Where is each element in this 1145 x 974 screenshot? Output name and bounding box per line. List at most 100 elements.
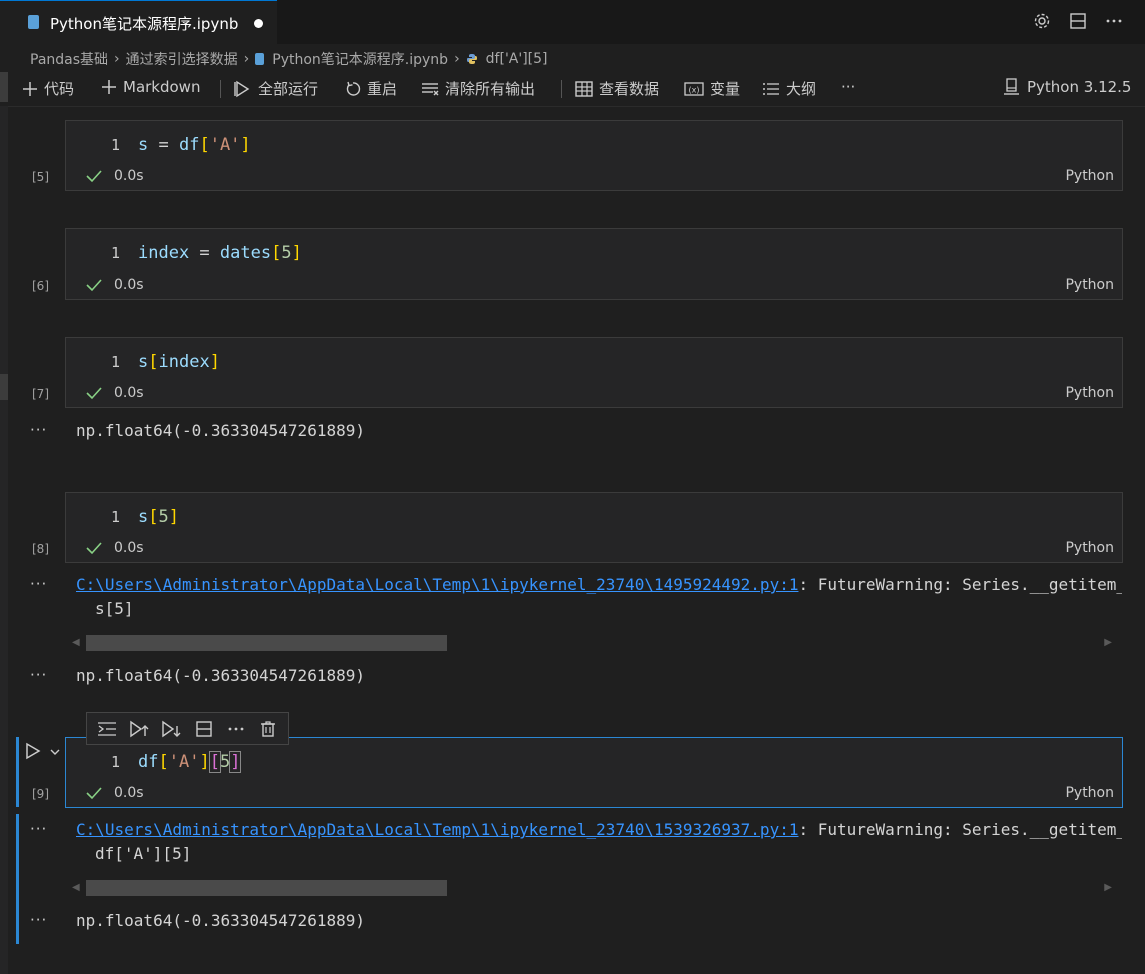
- plus-icon: [102, 80, 116, 94]
- cell-language[interactable]: Python: [1065, 277, 1114, 293]
- scrollbar-thumb[interactable]: [86, 635, 447, 651]
- code-cell[interactable]: 1 s[index] 0.0s Python: [65, 337, 1123, 408]
- notebook-file-icon: [28, 15, 39, 29]
- output-scrollbar[interactable]: ◀ ▶: [72, 635, 1120, 651]
- tab-bar: Python笔记本源程序.ipynb: [0, 0, 1145, 44]
- variable-icon: (x): [684, 81, 704, 96]
- cell-language[interactable]: Python: [1065, 540, 1114, 556]
- chevron-right-icon: ›: [114, 51, 120, 67]
- run-above-icon[interactable]: [127, 717, 151, 741]
- more-label: ···: [841, 78, 856, 96]
- code-cell[interactable]: 1 s = df['A'] 0.0s Python: [65, 120, 1123, 191]
- restart-button[interactable]: 重启: [345, 78, 397, 99]
- warning-message: : FutureWarning: Series.__getitem_: [798, 575, 1122, 594]
- cell-language[interactable]: Python: [1065, 168, 1114, 184]
- more-actions-icon[interactable]: [224, 717, 248, 741]
- output-menu-icon[interactable]: ···: [30, 575, 47, 593]
- output-menu-icon[interactable]: ···: [30, 911, 47, 929]
- view-data-button[interactable]: 查看数据: [575, 78, 659, 99]
- check-icon: [86, 542, 102, 555]
- cell-language[interactable]: Python: [1065, 385, 1114, 401]
- clear-outputs-button[interactable]: 清除所有输出: [421, 78, 535, 99]
- clear-outputs-label: 清除所有输出: [445, 80, 536, 98]
- breadcrumb-folder-pandas[interactable]: Pandas基础: [30, 49, 108, 69]
- output-scrollbar[interactable]: ◀ ▶: [72, 880, 1120, 896]
- clear-all-icon: [422, 82, 439, 95]
- kernel-picker[interactable]: Python 3.12.5: [1003, 78, 1131, 96]
- code-source: df['A'][5]: [138, 751, 242, 773]
- toolbar-divider: [561, 80, 562, 98]
- scroll-right-icon[interactable]: ▶: [1104, 637, 1112, 648]
- scrollbar-thumb[interactable]: [86, 880, 447, 896]
- kernel-icon: [1004, 78, 1019, 95]
- cell-status: 0.0s: [86, 785, 144, 801]
- notebook-file-icon: [255, 53, 265, 65]
- chevron-down-icon[interactable]: [50, 745, 60, 761]
- warning-file-link[interactable]: C:\Users\Administrator\AppData\Local\Tem…: [76, 575, 798, 594]
- output-text: np.float64(-0.363304547261889): [76, 911, 365, 930]
- toolbar-more-button[interactable]: ···: [841, 78, 855, 96]
- breadcrumb-folder-index[interactable]: 通过索引选择数据: [126, 49, 238, 69]
- line-number: 1: [110, 353, 120, 371]
- execution-count: [7]: [32, 387, 49, 401]
- chevron-right-icon: ›: [243, 51, 250, 67]
- add-markdown-cell-button[interactable]: Markdown: [101, 78, 200, 96]
- execution-count: [5]: [32, 170, 49, 184]
- warning-file-link[interactable]: C:\Users\Administrator\AppData\Local\Tem…: [76, 820, 798, 839]
- cell-language[interactable]: Python: [1065, 785, 1114, 801]
- delete-cell-icon[interactable]: [256, 717, 280, 741]
- run-all-icon: [234, 80, 250, 97]
- execution-time: 0.0s: [114, 385, 144, 401]
- code-source: s[5]: [138, 507, 179, 527]
- editor-gutter: [0, 106, 8, 974]
- add-markdown-label: Markdown: [123, 78, 201, 96]
- warning-message: : FutureWarning: Series.__getitem_: [798, 820, 1122, 839]
- scroll-left-icon[interactable]: ◀: [72, 882, 80, 893]
- cell-status: 0.0s: [86, 277, 144, 293]
- editor-tab[interactable]: Python笔记本源程序.ipynb: [0, 0, 277, 44]
- toolbar-divider: [220, 80, 221, 98]
- view-data-label: 查看数据: [599, 80, 660, 98]
- check-icon: [86, 387, 102, 400]
- check-icon: [86, 170, 102, 183]
- focus-indicator: [16, 737, 19, 807]
- output-menu-icon[interactable]: ···: [30, 421, 47, 439]
- code-cell[interactable]: 1 s[5] 0.0s Python: [65, 492, 1123, 563]
- toolbar-gutter: [0, 72, 8, 102]
- scroll-left-icon[interactable]: ◀: [72, 637, 80, 648]
- execution-count: [6]: [32, 279, 49, 293]
- warning-output: C:\Users\Administrator\AppData\Local\Tem…: [76, 575, 1122, 594]
- run-by-line-icon[interactable]: [95, 717, 119, 741]
- breadcrumb-file[interactable]: Python笔记本源程序.ipynb: [272, 49, 448, 69]
- add-code-cell-button[interactable]: 代码: [22, 78, 74, 99]
- unsaved-dot-icon[interactable]: [254, 19, 263, 28]
- output-menu-icon[interactable]: ···: [30, 820, 47, 838]
- warning-code: df['A'][5]: [95, 844, 192, 863]
- split-editor-icon[interactable]: [1067, 10, 1089, 32]
- execution-count: [9]: [32, 787, 49, 801]
- line-number: 1: [110, 508, 120, 526]
- execution-count: [8]: [32, 542, 49, 556]
- scroll-right-icon[interactable]: ▶: [1104, 882, 1112, 893]
- run-all-button[interactable]: 全部运行: [234, 78, 318, 99]
- code-cell-active[interactable]: 1 df['A'][5] 0.0s Python: [65, 737, 1123, 808]
- outline-button[interactable]: 大纲: [762, 78, 816, 99]
- tab-title: Python笔记本源程序.ipynb: [50, 15, 239, 33]
- output-menu-icon[interactable]: ···: [30, 666, 47, 684]
- run-below-icon[interactable]: [159, 717, 183, 741]
- execution-time: 0.0s: [114, 540, 144, 556]
- warning-code: s[5]: [95, 599, 134, 618]
- code-cell[interactable]: 1 index = dates[5] 0.0s Python: [65, 228, 1123, 300]
- scroll-marker: [0, 374, 8, 400]
- list-icon: [763, 82, 779, 95]
- run-all-label: 全部运行: [258, 80, 319, 98]
- execution-time: 0.0s: [114, 785, 144, 801]
- split-cell-icon[interactable]: [192, 717, 216, 741]
- variables-button[interactable]: (x) 变量: [684, 78, 740, 99]
- breadcrumb-cell[interactable]: df['A'][5]: [486, 51, 548, 67]
- settings-gear-icon[interactable]: [1031, 10, 1053, 32]
- run-cell-icon[interactable]: [25, 742, 41, 764]
- cell-toolbar: [86, 712, 289, 745]
- table-icon: [575, 80, 593, 97]
- more-actions-icon[interactable]: [1103, 10, 1125, 32]
